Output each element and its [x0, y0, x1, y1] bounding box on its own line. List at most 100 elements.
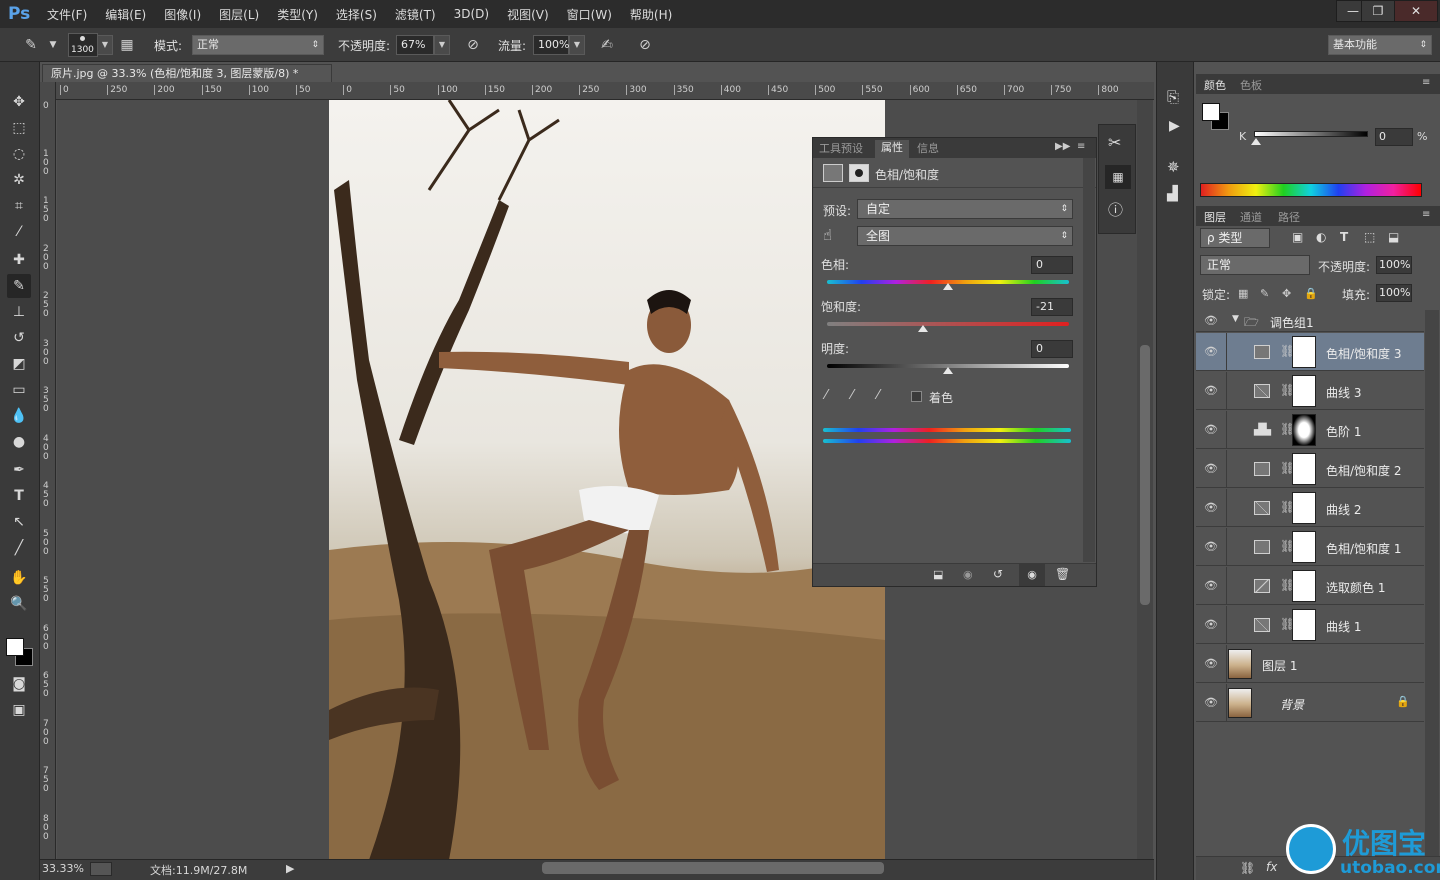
color-spectrum[interactable] — [1200, 183, 1422, 197]
tool-preset-dropdown-icon[interactable]: ▼ — [44, 36, 62, 54]
menu-window[interactable]: 窗口(W) — [558, 6, 621, 23]
layer-image-thumbnail[interactable] — [1228, 649, 1252, 679]
foreground-color-swatch[interactable] — [6, 638, 24, 656]
eye-icon[interactable]: 👁 — [1204, 657, 1218, 671]
history-icon[interactable]: ⎘ — [1167, 88, 1179, 106]
move-tool-icon[interactable]: ✥ — [7, 90, 31, 114]
hue-slider-thumb[interactable] — [943, 283, 953, 290]
saturation-input[interactable]: -21 — [1031, 298, 1073, 316]
airbrush-icon[interactable]: ✍ — [598, 36, 616, 54]
maximize-button[interactable]: ❐ — [1361, 0, 1395, 22]
layer-mask-thumbnail[interactable] — [1292, 570, 1316, 602]
line-tool-icon[interactable]: ╱ — [7, 536, 31, 560]
menu-select[interactable]: 选择(S) — [327, 6, 386, 23]
layer-group-row[interactable]: 👁 ▼ 🗁 调色组1 — [1196, 310, 1424, 332]
tab-properties[interactable]: 属性 — [875, 140, 909, 158]
eye-icon[interactable]: 👁 — [1204, 462, 1218, 476]
layer-row[interactable]: 👁 ⛓ 色相/饱和度 3 — [1196, 333, 1424, 371]
brush-panel-icon[interactable]: ▦ — [118, 36, 136, 54]
layer-mask-thumbnail[interactable] — [1292, 336, 1316, 368]
quick-mask-icon[interactable]: ◙ — [7, 672, 31, 696]
layers-scrollbar[interactable] — [1425, 310, 1439, 856]
lock-position-icon[interactable]: ✥ — [1282, 287, 1291, 300]
layer-row[interactable]: 👁 ⛓ 色相/饱和度 1 — [1196, 528, 1424, 566]
preset-select[interactable]: 自定 ⇕ — [857, 199, 1073, 219]
layer-row[interactable]: 👁 背景 🔒 — [1196, 684, 1424, 722]
filter-adjustment-icon[interactable]: ◐ — [1316, 230, 1326, 244]
menu-edit[interactable]: 编辑(E) — [96, 6, 155, 23]
hue-saturation-icon[interactable] — [823, 164, 843, 182]
eye-icon[interactable]: 👁 — [1204, 501, 1218, 515]
document-canvas-image[interactable] — [329, 100, 885, 860]
adjustments-icon[interactable]: ▦ — [1105, 165, 1131, 189]
menu-3d[interactable]: 3D(D) — [445, 7, 498, 21]
menu-type[interactable]: 类型(Y) — [268, 6, 327, 23]
clip-to-layer-icon[interactable]: ⬓ — [933, 568, 943, 581]
lock-all-icon[interactable]: 🔒 — [1304, 287, 1318, 300]
filter-pixel-icon[interactable]: ▣ — [1292, 230, 1303, 244]
gradient-tool-icon[interactable]: ▭ — [7, 378, 31, 402]
close-window-button[interactable]: ✕ — [1394, 0, 1438, 22]
target-adjustment-hand-icon[interactable]: ☝ — [823, 226, 832, 244]
vertical-scroll-thumb[interactable] — [1140, 345, 1150, 605]
lightness-slider-thumb[interactable] — [943, 367, 953, 374]
brush-tool-icon[interactable]: ✎ — [22, 36, 40, 54]
layer-mask-thumbnail[interactable] — [1292, 492, 1316, 524]
colorize-checkbox[interactable] — [911, 391, 922, 402]
pen-tool-icon[interactable]: ✒ — [7, 458, 31, 482]
menu-image[interactable]: 图像(I) — [155, 6, 210, 23]
magic-wand-icon[interactable]: ✲ — [7, 168, 31, 192]
layer-mask-thumbnail[interactable] — [1292, 414, 1316, 446]
trash-icon[interactable]: 🗑 — [1055, 567, 1070, 581]
tab-tool-presets[interactable]: 工具预设 — [819, 140, 863, 156]
tab-info[interactable]: 信息 — [917, 140, 939, 156]
marquee-tool-icon[interactable]: ⬚ — [7, 116, 31, 140]
horizontal-scroll-thumb[interactable] — [542, 862, 884, 874]
eye-icon[interactable]: 👁 — [1204, 423, 1218, 437]
menu-help[interactable]: 帮助(H) — [621, 6, 681, 23]
layer-row[interactable]: 👁 ⛓ 色相/饱和度 2 — [1196, 450, 1424, 488]
clone-stamp-icon[interactable]: ⊥ — [7, 300, 31, 324]
panel-menu-icon[interactable]: ≡ — [1077, 141, 1085, 152]
k-slider-thumb[interactable] — [1251, 138, 1261, 145]
menu-file[interactable]: 文件(F) — [38, 6, 96, 23]
menu-layer[interactable]: 图层(L) — [210, 6, 268, 23]
flow-input[interactable]: 100% — [533, 35, 569, 55]
eye-icon[interactable]: 👁 — [1204, 314, 1218, 327]
layer-opacity-input[interactable]: 100% — [1376, 256, 1412, 274]
document-tab[interactable]: 原片.jpg @ 33.3% (色相/饱和度 3, 图层蒙版/8) * — [42, 64, 332, 84]
reset-icon[interactable]: ↺ — [993, 567, 1003, 581]
mode-select[interactable]: 正常 ⇕ — [192, 35, 324, 55]
layer-row[interactable]: 👁 ⛓ 选取颜色 1 — [1196, 567, 1424, 605]
layer-image-thumbnail[interactable] — [1228, 688, 1252, 718]
hue-input[interactable]: 0 — [1031, 256, 1073, 274]
flow-dropdown[interactable]: ▼ — [569, 35, 585, 55]
filter-smart-object-icon[interactable]: ⬓ — [1388, 230, 1399, 244]
saturation-slider-track[interactable] — [827, 322, 1069, 326]
lasso-tool-icon[interactable]: ◌ — [7, 142, 31, 166]
tab-color[interactable]: 颜色 — [1204, 77, 1226, 93]
blur-tool-icon[interactable]: 💧 — [7, 404, 31, 428]
layer-mask-thumbnail[interactable] — [1292, 531, 1316, 563]
menu-view[interactable]: 视图(V) — [498, 6, 558, 23]
screen-mode-icon[interactable]: ▣ — [7, 698, 31, 722]
layer-row[interactable]: 👁 图层 1 — [1196, 645, 1424, 683]
lightness-input[interactable]: 0 — [1031, 340, 1073, 358]
eye-icon[interactable]: 👁 — [1204, 618, 1218, 632]
workspace-select[interactable]: 基本功能 ⇕ — [1328, 35, 1432, 55]
tab-swatches[interactable]: 色板 — [1240, 77, 1262, 93]
properties-scrollbar[interactable] — [1083, 158, 1095, 562]
panel-expand-icon[interactable]: ▶▶ — [1055, 141, 1070, 152]
layer-row[interactable]: 👁 ⛓ 曲线 2 — [1196, 489, 1424, 527]
eraser-tool-icon[interactable]: ◩ — [7, 352, 31, 376]
opacity-dropdown[interactable]: ▼ — [434, 35, 450, 55]
tab-paths[interactable]: 路径 — [1278, 209, 1300, 225]
saturation-slider-thumb[interactable] — [917, 325, 928, 332]
info-icon[interactable]: ⓘ — [1108, 199, 1123, 220]
eye-icon[interactable]: 👁 — [1204, 384, 1218, 398]
filter-type-icon[interactable]: T — [1340, 230, 1348, 244]
eye-icon[interactable]: 👁 — [1204, 696, 1218, 710]
zoom-tool-icon[interactable]: 🔍 — [7, 592, 31, 616]
brush-size-dropdown[interactable]: ▼ — [97, 35, 113, 55]
lock-pixels-icon[interactable]: ✎ — [1260, 287, 1269, 300]
